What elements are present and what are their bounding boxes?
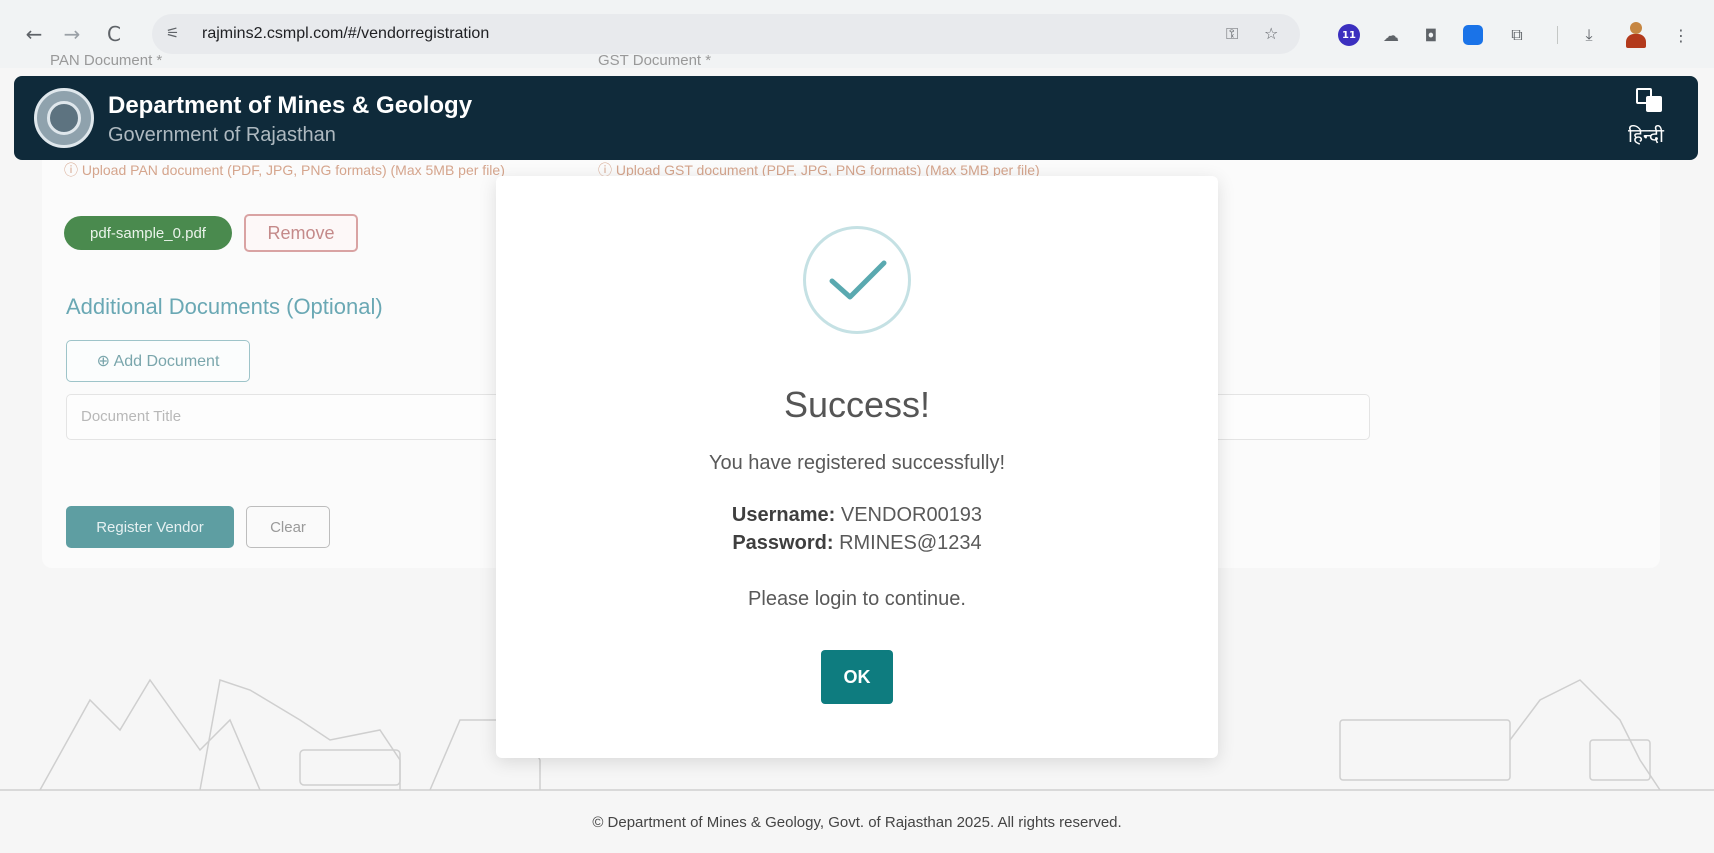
toolbar-divider — [1557, 26, 1558, 44]
extensions-puzzle-icon[interactable]: ⧉ — [1506, 24, 1528, 46]
username-line: Username: VENDOR00193 — [496, 504, 1218, 527]
download-icon[interactable]: ⤓ — [1578, 24, 1600, 46]
camera-extension-icon[interactable]: ◘ — [1420, 24, 1442, 46]
site-info-icon[interactable]: ⚟ — [166, 24, 179, 42]
password-key-icon[interactable]: ⚿ — [1226, 24, 1238, 44]
password-label: Password: — [732, 532, 834, 554]
dialog-message: You have registered successfully! — [708, 452, 1006, 474]
password-line: Password: RMINES@1234 — [496, 532, 1218, 555]
browser-menu-icon[interactable]: ⋮ — [1670, 24, 1692, 46]
password-value: RMINES@1234 — [839, 532, 982, 554]
profile-avatar[interactable] — [1624, 22, 1648, 48]
username-label: Username: — [731, 504, 836, 526]
dialog-title: Success! — [783, 384, 931, 425]
cloud-extension-icon[interactable]: ☁ — [1380, 24, 1402, 46]
reload-icon[interactable]: C — [100, 20, 128, 48]
login-instruction: Please login to continue. — [748, 588, 966, 610]
pan-document-label: PAN Document * — [50, 52, 163, 69]
bookmark-star-icon[interactable]: ☆ — [1264, 24, 1278, 43]
username-value: VENDOR00193 — [840, 504, 983, 526]
blue-extension-icon[interactable] — [1462, 24, 1484, 46]
success-check-icon — [803, 226, 911, 334]
back-icon[interactable]: ← — [20, 20, 48, 48]
browser-toolbar: ← → C ⚟ rajmins2.csmpl.com/#/vendorregis… — [0, 0, 1714, 68]
success-dialog: Success! You have registered successfull… — [496, 176, 1218, 758]
address-bar[interactable]: ⚟ rajmins2.csmpl.com/#/vendorregistratio… — [152, 14, 1300, 54]
gst-document-label: GST Document * — [598, 52, 712, 69]
extension-badge-icon[interactable]: 11 — [1338, 24, 1360, 46]
ok-button[interactable]: OK — [821, 650, 893, 704]
url-text[interactable]: rajmins2.csmpl.com/#/vendorregistration — [202, 25, 489, 43]
forward-icon[interactable]: → — [58, 20, 86, 48]
extension-badge-count: 11 — [1338, 24, 1360, 46]
